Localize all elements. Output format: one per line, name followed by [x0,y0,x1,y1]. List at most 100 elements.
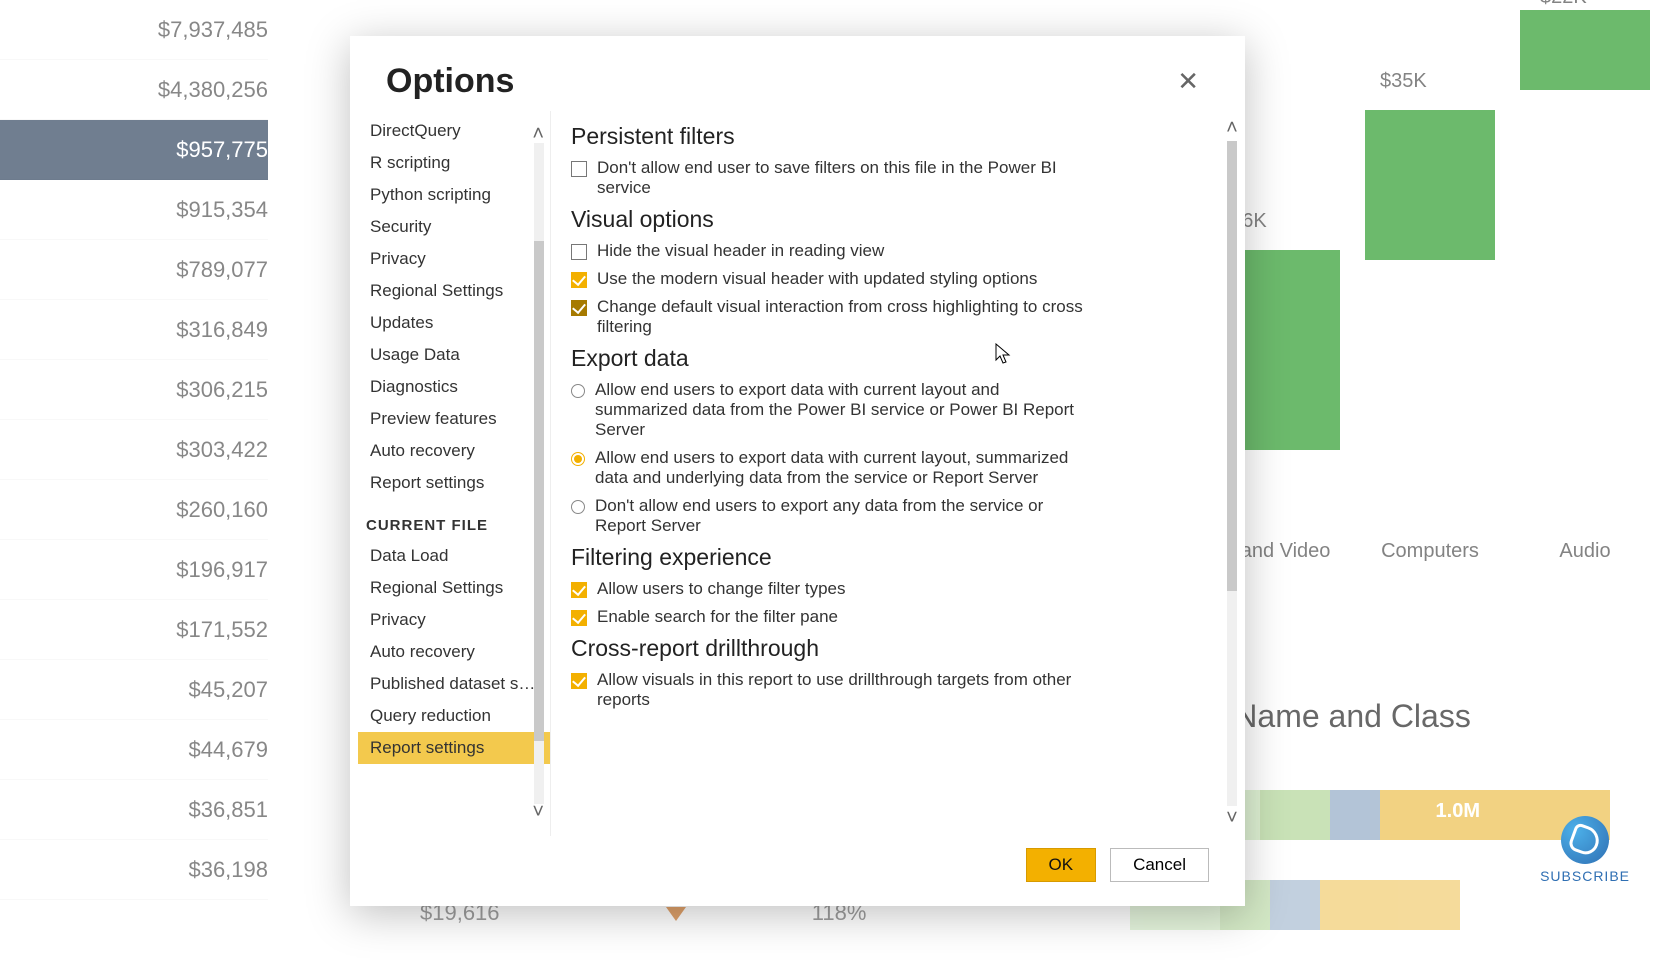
table-row[interactable]: $316,849 [0,300,268,360]
sidebar-item[interactable]: Diagnostics [358,371,550,403]
sidebar-item[interactable]: Preview features [358,403,550,435]
content-scroll-down-icon[interactable]: ˅ [1223,807,1241,830]
table-row[interactable]: $36,198 [0,840,268,900]
radio-label: Allow end users to export data with curr… [595,448,1091,488]
sidebar-item[interactable]: R scripting [358,147,550,179]
checkbox-filter-search[interactable]: Enable search for the filter pane [571,607,1091,627]
sidebar-item[interactable]: Regional Settings [358,275,550,307]
cancel-button[interactable]: Cancel [1110,848,1209,882]
radio-label: Allow end users to export data with curr… [595,380,1091,440]
dialog-footer: OK Cancel [350,836,1245,906]
axis-cat-2: Audio [1525,540,1645,563]
table-row[interactable]: $36,851 [0,780,268,840]
content-scroll-up-icon[interactable]: ˄ [1223,117,1241,140]
dna-icon [1561,816,1609,864]
checkbox-label: Enable search for the filter pane [597,607,838,627]
dialog-header: Options ✕ [350,36,1245,111]
checkbox-label: Allow visuals in this report to use dril… [597,670,1091,710]
sidebar-item[interactable]: Auto recovery [358,435,550,467]
bar-label-22k: $22K [1540,0,1587,9]
stacked-seg [1320,880,1460,930]
bar-label-35k: $35K [1380,70,1427,93]
section-export-data: Export data [571,345,1219,372]
sidebar-item[interactable]: DirectQuery [358,115,550,147]
stacked-seg [1260,790,1330,840]
sidebar-item-report-settings[interactable]: Report settings [358,732,550,764]
left-value-table: $7,937,485$4,380,256$957,775$915,354$789… [0,0,280,900]
options-dialog: Options ✕ ˄ DirectQueryR scriptingPython… [350,36,1245,906]
checkbox-input[interactable] [571,272,587,288]
table-row[interactable]: $303,422 [0,420,268,480]
axis-cat-1: Computers [1360,540,1500,563]
options-sidebar: ˄ DirectQueryR scriptingPython scripting… [350,111,550,836]
stacked-value: 1.0M [1436,800,1480,823]
table-row[interactable]: $171,552 [0,600,268,660]
table-row[interactable]: $260,160 [0,480,268,540]
sidebar-item[interactable]: Data Load [358,540,550,572]
sidebar-item[interactable]: Security [358,211,550,243]
sidebar-scrollbar-thumb[interactable] [534,241,544,741]
sidebar-item[interactable]: Published dataset set… [358,668,550,700]
checkbox-input[interactable] [571,244,587,260]
checkbox-modern-header[interactable]: Use the modern visual header with update… [571,269,1091,289]
bar-computers [1365,110,1495,260]
radio-input[interactable] [571,452,585,466]
radio-export-none[interactable]: Don't allow end users to export any data… [571,496,1091,536]
radio-export-underlying[interactable]: Allow end users to export data with curr… [571,448,1091,488]
stacked-seg [1330,790,1380,840]
checkbox-input[interactable] [571,610,587,626]
sidebar-item[interactable]: Privacy [358,604,550,636]
checkbox-input[interactable] [571,673,587,689]
close-button[interactable]: ✕ [1167,62,1209,101]
trend-down-icon [666,907,686,921]
sidebar-item[interactable]: Updates [358,307,550,339]
table-row[interactable]: $45,207 [0,660,268,720]
sidebar-item[interactable]: Privacy [358,243,550,275]
checkbox-input[interactable] [571,300,587,316]
subscribe-badge[interactable]: SUBSCRIBE [1540,816,1630,884]
checkbox-label: Don't allow end user to save filters on … [597,158,1091,198]
radio-input[interactable] [571,384,585,398]
checkbox-label: Change default visual interaction from c… [597,297,1091,337]
table-row[interactable]: $306,215 [0,360,268,420]
table-row[interactable]: $44,679 [0,720,268,780]
checkbox-label: Hide the visual header in reading view [597,241,884,261]
checkbox-hide-header[interactable]: Hide the visual header in reading view [571,241,1091,261]
checkbox-cross-report-drill[interactable]: Allow visuals in this report to use dril… [571,670,1091,710]
sidebar-heading-current-file: CURRENT FILE [358,499,550,540]
sidebar-item[interactable]: Python scripting [358,179,550,211]
content-scrollbar-thumb[interactable] [1227,141,1237,591]
section-persistent-filters: Persistent filters [571,123,1219,150]
section-filtering: Filtering experience [571,544,1219,571]
dialog-title: Options [386,62,514,101]
checkbox-label: Use the modern visual header with update… [597,269,1037,289]
sidebar-item[interactable]: Regional Settings [358,572,550,604]
radio-export-summarized[interactable]: Allow end users to export data with curr… [571,380,1091,440]
checkbox-input[interactable] [571,582,587,598]
sidebar-item[interactable]: Usage Data [358,339,550,371]
table-row[interactable]: $915,354 [0,180,268,240]
bar-audio [1520,10,1650,90]
radio-label: Don't allow end users to export any data… [595,496,1091,536]
table-row[interactable]: $7,937,485 [0,0,268,60]
checkbox-filter-types[interactable]: Allow users to change filter types [571,579,1091,599]
checkbox-input[interactable] [571,161,587,177]
subscribe-label: SUBSCRIBE [1540,868,1630,884]
table-row[interactable]: $4,380,256 [0,60,268,120]
sidebar-item[interactable]: Auto recovery [358,636,550,668]
checkbox-label: Allow users to change filter types [597,579,846,599]
section-cross-report: Cross-report drillthrough [571,635,1219,662]
table-row[interactable]: $789,077 [0,240,268,300]
scroll-down-icon[interactable]: ˅ [528,797,548,828]
checkbox-persist-filters[interactable]: Don't allow end user to save filters on … [571,158,1091,198]
table-row[interactable]: $196,917 [0,540,268,600]
section-visual-options: Visual options [571,206,1219,233]
sidebar-item[interactable]: Report settings [358,467,550,499]
sidebar-item[interactable]: Query reduction [358,700,550,732]
options-content: ˄ ˅ Persistent filters Don't allow end u… [550,111,1245,836]
ok-button[interactable]: OK [1026,848,1097,882]
radio-input[interactable] [571,500,585,514]
checkbox-cross-filter[interactable]: Change default visual interaction from c… [571,297,1091,337]
table-row[interactable]: $957,775 [0,120,268,180]
stacked-seg [1270,880,1320,930]
